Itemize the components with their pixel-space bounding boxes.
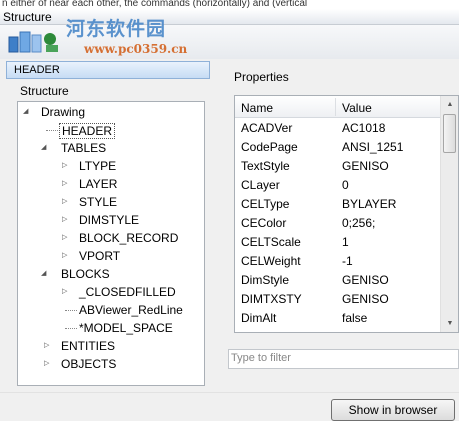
tree-node-ltype[interactable]: ▷ LTYPE xyxy=(18,157,204,175)
property-row[interactable]: DimStyle GENISO xyxy=(235,271,440,290)
structure-view-icon[interactable] xyxy=(8,29,62,55)
properties-grid[interactable]: Name Value ACADVer AC1018 CodePage ANSI_… xyxy=(234,95,459,333)
property-row[interactable]: ACADVer AC1018 xyxy=(235,119,440,138)
scroll-down-arrow-icon[interactable]: ▼ xyxy=(441,315,458,332)
tree-node-drawing[interactable]: ◢ Drawing xyxy=(18,103,204,121)
background-instruction-text: n either of near each other, the command… xyxy=(0,0,459,9)
properties-panel-label: Properties xyxy=(234,70,289,84)
structure-panel: Structure ◢ Drawing HEADER ◢ TABLES ▷ LT… xyxy=(12,82,211,392)
property-row[interactable]: TextStyle GENISO xyxy=(235,157,440,176)
tree-node-vport[interactable]: ▷ VPORT xyxy=(18,247,204,265)
expand-arrow-icon[interactable]: ▷ xyxy=(62,175,71,193)
expand-arrow-icon[interactable]: ▷ xyxy=(62,157,71,175)
property-row[interactable]: CELType BYLAYER xyxy=(235,195,440,214)
expand-arrow-icon[interactable]: ▷ xyxy=(44,337,53,355)
collapse-arrow-icon[interactable]: ◢ xyxy=(41,139,50,157)
tree-node-style[interactable]: ▷ STYLE xyxy=(18,193,204,211)
bottom-bar: Show in browser xyxy=(0,392,459,421)
column-header-name[interactable]: Name xyxy=(241,101,273,115)
expand-arrow-icon[interactable]: ▷ xyxy=(62,211,71,229)
tree-node-header-label: HEADER xyxy=(59,123,116,139)
tree-node-entities[interactable]: ▷ ENTITIES xyxy=(18,337,204,355)
selected-node-tab-label: HEADER xyxy=(14,64,60,76)
tree-node-closedfilled[interactable]: ▷ _CLOSEDFILLED xyxy=(18,283,204,301)
structure-panel-label: Structure xyxy=(20,84,69,98)
show-in-browser-button[interactable]: Show in browser xyxy=(331,399,455,421)
property-row[interactable]: CELWeight -1 xyxy=(235,252,440,271)
tree-node-abviewer-redline[interactable]: ABViewer_RedLine xyxy=(18,301,204,319)
expand-arrow-icon[interactable]: ▷ xyxy=(62,193,71,211)
property-row[interactable]: DimAlt false xyxy=(235,309,440,328)
tree-node-blocks[interactable]: ◢ BLOCKS xyxy=(18,265,204,283)
property-row[interactable]: CEColor 0;256; xyxy=(235,214,440,233)
expand-arrow-icon[interactable]: ▷ xyxy=(62,247,71,265)
filter-input[interactable]: Type to filter xyxy=(228,349,459,369)
scroll-up-arrow-icon[interactable]: ▲ xyxy=(441,96,458,113)
tree-node-tables[interactable]: ◢ TABLES xyxy=(18,139,204,157)
tree-node-layer[interactable]: ▷ LAYER xyxy=(18,175,204,193)
expand-arrow-icon[interactable]: ▷ xyxy=(62,229,71,247)
property-row[interactable]: CodePage ANSI_1251 xyxy=(235,138,440,157)
properties-panel: Properties Name Value ACADVer AC1018 Cod… xyxy=(218,60,459,392)
column-header-value[interactable]: Value xyxy=(342,101,372,115)
properties-grid-header: Name Value xyxy=(235,96,440,118)
tree-node-header[interactable]: HEADER xyxy=(18,121,204,139)
property-row[interactable]: DIMTXSTY GENISO xyxy=(235,290,440,309)
structure-tree[interactable]: ◢ Drawing HEADER ◢ TABLES ▷ LTYPE ▷ LAYE… xyxy=(17,101,205,386)
collapse-arrow-icon[interactable]: ◢ xyxy=(41,265,50,283)
selected-node-tab[interactable]: HEADER xyxy=(6,61,210,79)
scrollbar-thumb[interactable] xyxy=(443,114,456,153)
tree-node-objects[interactable]: ▷ OBJECTS xyxy=(18,355,204,373)
property-row[interactable]: CELTScale 1 xyxy=(235,233,440,252)
collapse-arrow-icon[interactable]: ◢ xyxy=(23,103,32,121)
watermark-logo-text: 河东软件园 xyxy=(66,18,167,40)
tree-node-block-record[interactable]: ▷ BLOCK_RECORD xyxy=(18,229,204,247)
tree-node-dimstyle[interactable]: ▷ DIMSTYLE xyxy=(18,211,204,229)
properties-scrollbar[interactable]: ▲ ▼ xyxy=(440,96,458,332)
expand-arrow-icon[interactable]: ▷ xyxy=(62,283,71,301)
watermark-url: www.pc0359.cn xyxy=(84,42,188,56)
expand-arrow-icon[interactable]: ▷ xyxy=(44,355,53,373)
window-title: Structure xyxy=(3,10,52,24)
property-row[interactable]: CLayer 0 xyxy=(235,176,440,195)
tree-node-model-space[interactable]: *MODEL_SPACE xyxy=(18,319,204,337)
